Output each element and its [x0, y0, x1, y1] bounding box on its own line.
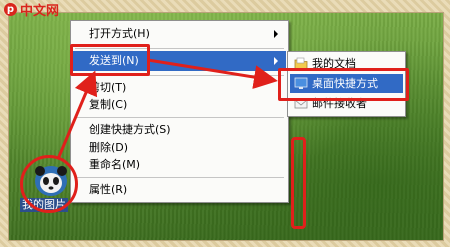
arrow-to-send-to — [56, 70, 98, 160]
annotation-arrows — [56, 58, 278, 160]
arrow-to-desktop-shortcut — [147, 58, 278, 89]
